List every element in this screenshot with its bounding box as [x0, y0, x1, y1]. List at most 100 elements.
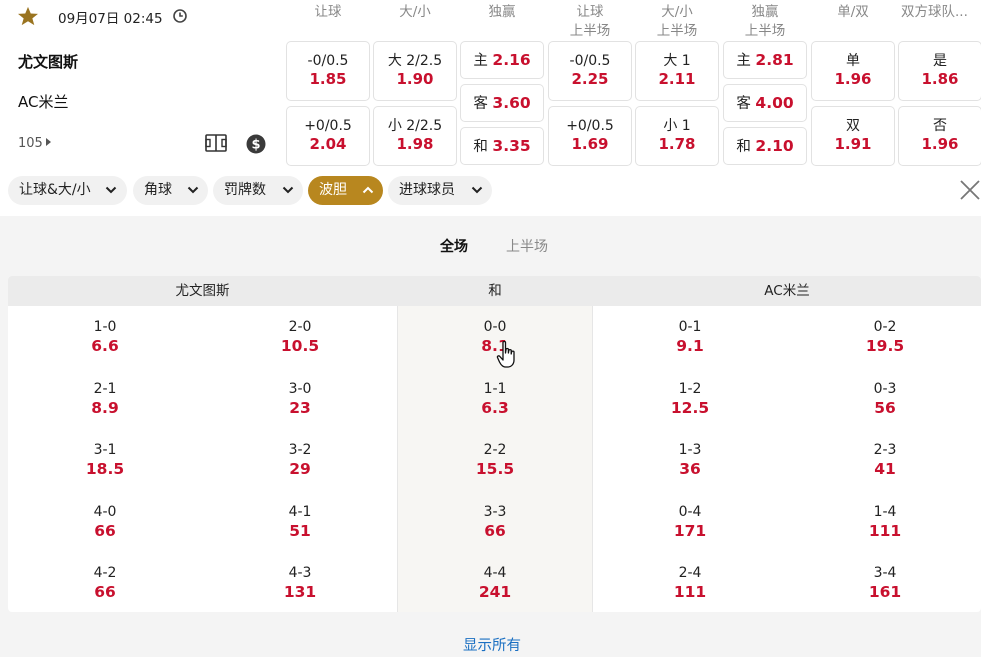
score-cell[interactable]: 4-1 51: [240, 503, 360, 541]
score-label: 2-2: [483, 442, 507, 458]
hand-cursor-icon: [496, 340, 515, 368]
score-cell[interactable]: 2-4 111: [630, 564, 750, 602]
score-cell[interactable]: 1-3 36: [630, 441, 750, 479]
score-label: 2-1: [93, 381, 117, 397]
more-markets-link[interactable]: 105: [18, 136, 51, 151]
odds-cell-1x2-draw[interactable]: 和 3.35: [460, 127, 544, 165]
score-label: 1-2: [678, 381, 702, 397]
odds-cell-hcap-home[interactable]: -0/0.5 1.85: [286, 41, 370, 101]
score-cell[interactable]: 2-1 8.9: [45, 380, 165, 418]
odds-cell-hcap-ht-home[interactable]: -0/0.5 2.25: [548, 41, 632, 101]
score-odd: 36: [679, 460, 701, 478]
chip-cards[interactable]: 罚牌数: [213, 176, 303, 205]
score-cell[interactable]: 0-4 171: [630, 503, 750, 541]
score-cell[interactable]: 2-3 41: [825, 441, 945, 479]
dollar-icon[interactable]: $: [246, 134, 266, 154]
show-all-link[interactable]: 显示所有: [463, 634, 521, 655]
col-head-handicap: 让球: [314, 4, 342, 20]
score-label: 4-4: [483, 565, 507, 581]
odds-cell-1x2-ht-away[interactable]: 客 4.00: [723, 84, 807, 122]
correct-score-table: 尤文图斯 和 AC米兰 1-0 6.6 2-0 10.5 0-0 8.1 0-1 9.1 0-2…: [8, 276, 981, 612]
score-cell[interactable]: 1-4 111: [825, 503, 945, 541]
score-label: 1-4: [873, 504, 897, 520]
score-cell[interactable]: 4-2 66: [45, 564, 165, 602]
score-cell[interactable]: 0-0 8.1: [435, 318, 555, 356]
score-odd: 51: [289, 522, 311, 540]
score-cell[interactable]: 1-1 6.3: [435, 380, 555, 418]
score-odd: 23: [289, 399, 311, 417]
odds-cell-under[interactable]: 小 2/2.5 1.98: [373, 106, 457, 166]
score-odd: 15.5: [475, 460, 515, 478]
table-header: 尤文图斯 和 AC米兰: [8, 276, 981, 306]
score-cell[interactable]: 0-3 56: [825, 380, 945, 418]
field-stats-icon[interactable]: [205, 133, 227, 153]
score-label: 4-2: [93, 565, 117, 581]
score-cell[interactable]: 0-1 9.1: [630, 318, 750, 356]
score-cell[interactable]: 3-0 23: [240, 380, 360, 418]
odds-cell-1x2-ht-draw[interactable]: 和 2.10: [723, 127, 807, 165]
chip-corners[interactable]: 角球: [133, 176, 208, 205]
odds-cell-btts-yes[interactable]: 是 1.86: [898, 41, 981, 101]
col-head-btts: 双方球队...: [901, 4, 968, 20]
caret-right-icon: [45, 138, 51, 146]
header-home: 尤文图斯: [175, 283, 230, 299]
chip-goal-scorers[interactable]: 进球球员: [388, 176, 492, 205]
score-cell[interactable]: 2-2 15.5: [435, 441, 555, 479]
score-label: 0-4: [678, 504, 702, 520]
score-label: 1-3: [678, 442, 702, 458]
clock-icon: [173, 9, 187, 23]
score-label: 4-0: [93, 504, 117, 520]
score-cell[interactable]: 4-4 241: [435, 564, 555, 602]
score-label: 0-0: [483, 319, 507, 335]
score-cell[interactable]: 3-2 29: [240, 441, 360, 479]
score-cell[interactable]: 0-2 19.5: [825, 318, 945, 356]
away-team-name: AC米兰: [18, 93, 69, 111]
score-label: 3-4: [873, 565, 897, 581]
score-odd: 171: [673, 522, 707, 540]
score-cell[interactable]: 2-0 10.5: [240, 318, 360, 356]
odds-cell-over[interactable]: 大 2/2.5 1.90: [373, 41, 457, 101]
chevron-down-icon: [187, 186, 199, 194]
odds-cell-over-ht[interactable]: 大 1 2.11: [635, 41, 719, 101]
col-head-over-under-ht: 大/小 上半场: [656, 4, 698, 39]
chip-handicap-ou[interactable]: 让球&大/小: [8, 176, 127, 205]
score-cell[interactable]: 1-2 12.5: [630, 380, 750, 418]
score-odd: 131: [283, 583, 317, 601]
score-cell[interactable]: 3-4 161: [825, 564, 945, 602]
score-label: 4-3: [288, 565, 312, 581]
odds-cell-odd[interactable]: 单 1.96: [811, 41, 895, 101]
score-odd: 12.5: [670, 399, 710, 417]
odds-cell-1x2-home[interactable]: 主 2.16: [460, 41, 544, 79]
match-datetime: 09月07日 02:45: [58, 11, 163, 27]
score-label: 1-1: [483, 381, 507, 397]
score-label: 2-3: [873, 442, 897, 458]
header-draw: 和: [488, 283, 502, 299]
score-odd: 6.6: [91, 337, 119, 355]
score-odd: 66: [94, 522, 116, 540]
chip-correct-score[interactable]: 波胆: [308, 176, 383, 205]
score-label: 1-0: [93, 319, 117, 335]
tab-full-time[interactable]: 全场: [440, 236, 468, 256]
score-odd: 66: [94, 583, 116, 601]
odds-cell-1x2-ht-home[interactable]: 主 2.81: [723, 41, 807, 79]
odds-cell-btts-no[interactable]: 否 1.96: [898, 106, 981, 166]
odds-cell-even[interactable]: 双 1.91: [811, 106, 895, 166]
score-label: 3-1: [93, 442, 117, 458]
close-icon[interactable]: [958, 178, 981, 202]
correct-score-panel: 全场 上半场 尤文图斯 和 AC米兰 1-0 6.6 2-0 10.5 0-0 8.1 0-…: [0, 216, 981, 657]
score-cell[interactable]: 3-1 18.5: [45, 441, 165, 479]
odds-cell-under-ht[interactable]: 小 1 1.78: [635, 106, 719, 166]
score-cell[interactable]: 4-0 66: [45, 503, 165, 541]
score-odd: 111: [868, 522, 902, 540]
odds-cell-hcap-away[interactable]: +0/0.5 2.04: [286, 106, 370, 166]
star-icon[interactable]: [17, 6, 39, 26]
score-label: 0-3: [873, 381, 897, 397]
odds-cell-1x2-away[interactable]: 客 3.60: [460, 84, 544, 122]
tab-first-half[interactable]: 上半场: [506, 236, 548, 256]
score-odd: 29: [289, 460, 311, 478]
score-cell[interactable]: 3-3 66: [435, 503, 555, 541]
score-odd: 8.1: [481, 337, 509, 355]
score-cell[interactable]: 4-3 131: [240, 564, 360, 602]
score-cell[interactable]: 1-0 6.6: [45, 318, 165, 356]
odds-cell-hcap-ht-away[interactable]: +0/0.5 1.69: [548, 106, 632, 166]
